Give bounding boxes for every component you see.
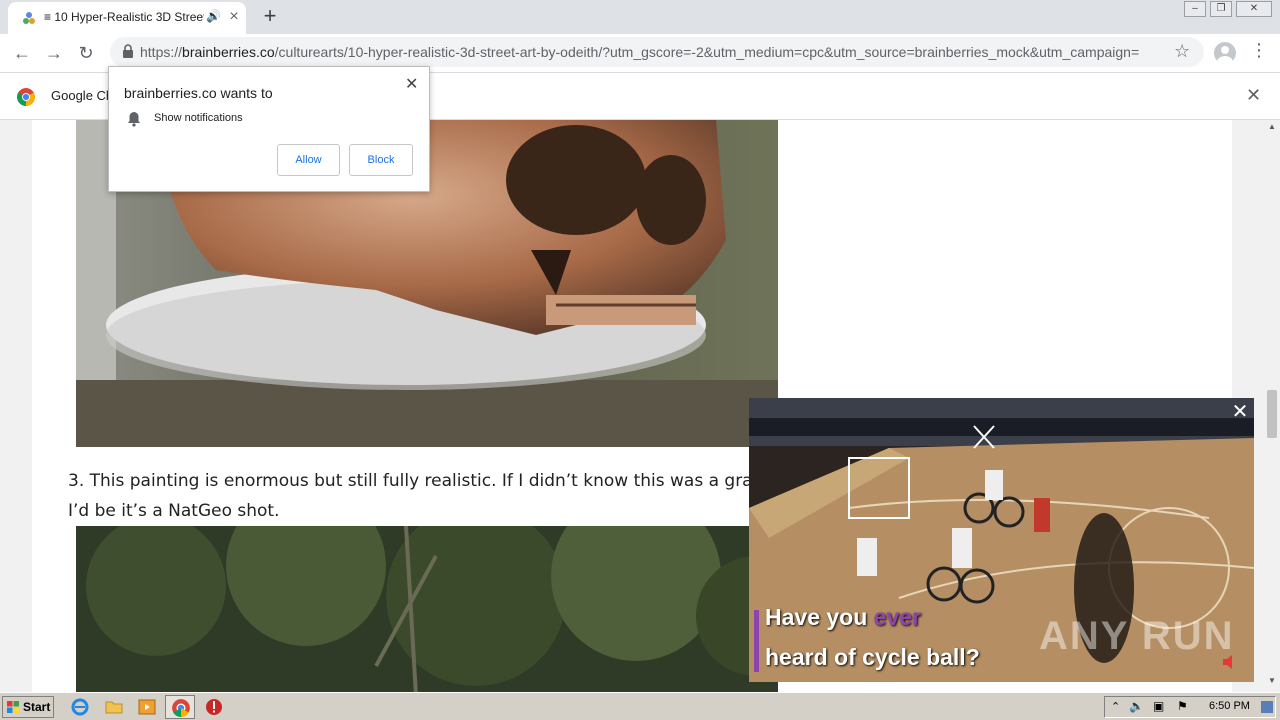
address-bar[interactable]: https://brainberries.co/culturearts/10-h…	[110, 37, 1204, 67]
new-tab-button[interactable]: +	[258, 4, 282, 28]
person-icon	[1217, 46, 1233, 64]
window-close-button[interactable]: ✕	[1236, 1, 1272, 17]
show-desktop-icon[interactable]	[1261, 701, 1273, 713]
windows-logo-icon	[7, 701, 19, 713]
bookmark-star-icon[interactable]: ☆	[1174, 41, 1190, 62]
network-icon[interactable]: ▣	[1153, 699, 1164, 713]
action-center-flag-icon[interactable]: ⚑	[1177, 699, 1188, 713]
infobar-message: Google Ch	[51, 88, 114, 103]
start-label: Start	[23, 700, 51, 714]
chrome-taskbar-button[interactable]	[165, 695, 195, 719]
permission-description: Show notifications	[154, 112, 243, 124]
speaker-muted-icon[interactable]	[1221, 652, 1241, 672]
browser-tab[interactable]: ≡ 10 Hyper-Realistic 3D Street 🔊 ×	[8, 2, 246, 34]
internet-explorer-icon[interactable]	[70, 697, 90, 717]
security-alert-icon[interactable]	[204, 697, 224, 717]
site-favicon-icon	[23, 12, 35, 24]
page-scrollbar[interactable]: ▲ ▼	[1264, 120, 1280, 692]
lock-icon	[123, 44, 133, 58]
back-icon[interactable]: ←	[8, 39, 36, 67]
start-button[interactable]: Start	[2, 696, 54, 718]
anyrun-watermark: ANY RUN	[1039, 614, 1235, 658]
folder-icon[interactable]	[104, 697, 124, 717]
video-ad-player[interactable]: Have you ever heard of cycle ball? ANY R…	[749, 398, 1254, 682]
video-close-icon[interactable]: ✕	[1230, 402, 1250, 422]
taskbar-clock[interactable]: 6:50 PM	[1209, 700, 1250, 712]
tab-title: ≡ 10 Hyper-Realistic 3D Street	[44, 10, 204, 24]
maximize-button[interactable]: ❐	[1210, 1, 1232, 17]
tab-close-icon[interactable]: ×	[226, 8, 242, 26]
caption-line-2: heard of cycle ball?	[765, 644, 980, 670]
notification-permission-dialog: brainberries.co wants to ✕ Show notifica…	[108, 66, 430, 192]
url-text: https://brainberries.co/culturearts/10-h…	[140, 44, 1140, 60]
infobar-close-icon[interactable]: ✕	[1246, 85, 1261, 106]
scroll-thumb[interactable]	[1267, 390, 1277, 438]
tab-audio-icon[interactable]: 🔊	[206, 9, 222, 27]
article-paragraph: 3. This painting is enormous but still f…	[68, 471, 786, 521]
taskbar: Start ⌃ 🔈 ▣ ⚑ 6:50 PM	[0, 692, 1280, 720]
system-tray: ⌃ 🔈 ▣ ⚑ 6:50 PM	[1104, 696, 1276, 718]
reload-icon[interactable]: ↻	[72, 39, 100, 67]
forward-icon[interactable]: →	[40, 39, 68, 67]
allow-button[interactable]: Allow	[277, 144, 340, 176]
volume-icon[interactable]: 🔈	[1129, 699, 1144, 713]
media-player-icon[interactable]	[137, 697, 157, 717]
tab-strip: ≡ 10 Hyper-Realistic 3D Street 🔊 × + – ❐…	[0, 0, 1280, 34]
trees-street-art-image	[76, 526, 778, 692]
chrome-taskbar-icon	[172, 699, 190, 717]
scroll-up-icon[interactable]: ▲	[1264, 122, 1280, 134]
dialog-close-icon[interactable]: ✕	[405, 74, 418, 94]
bell-icon	[128, 112, 140, 127]
dialog-title: brainberries.co wants to	[124, 85, 273, 101]
caption-line-1: Have you ever	[765, 604, 921, 630]
scroll-down-icon[interactable]: ▼	[1264, 676, 1280, 688]
minimize-button[interactable]: –	[1184, 1, 1206, 17]
tray-expand-icon[interactable]: ⌃	[1111, 700, 1120, 713]
menu-icon[interactable]: ⋮	[1250, 40, 1268, 66]
block-button[interactable]: Block	[349, 144, 413, 176]
profile-avatar[interactable]	[1214, 42, 1236, 64]
chrome-icon	[17, 88, 35, 106]
caption-accent-bar	[754, 610, 759, 672]
